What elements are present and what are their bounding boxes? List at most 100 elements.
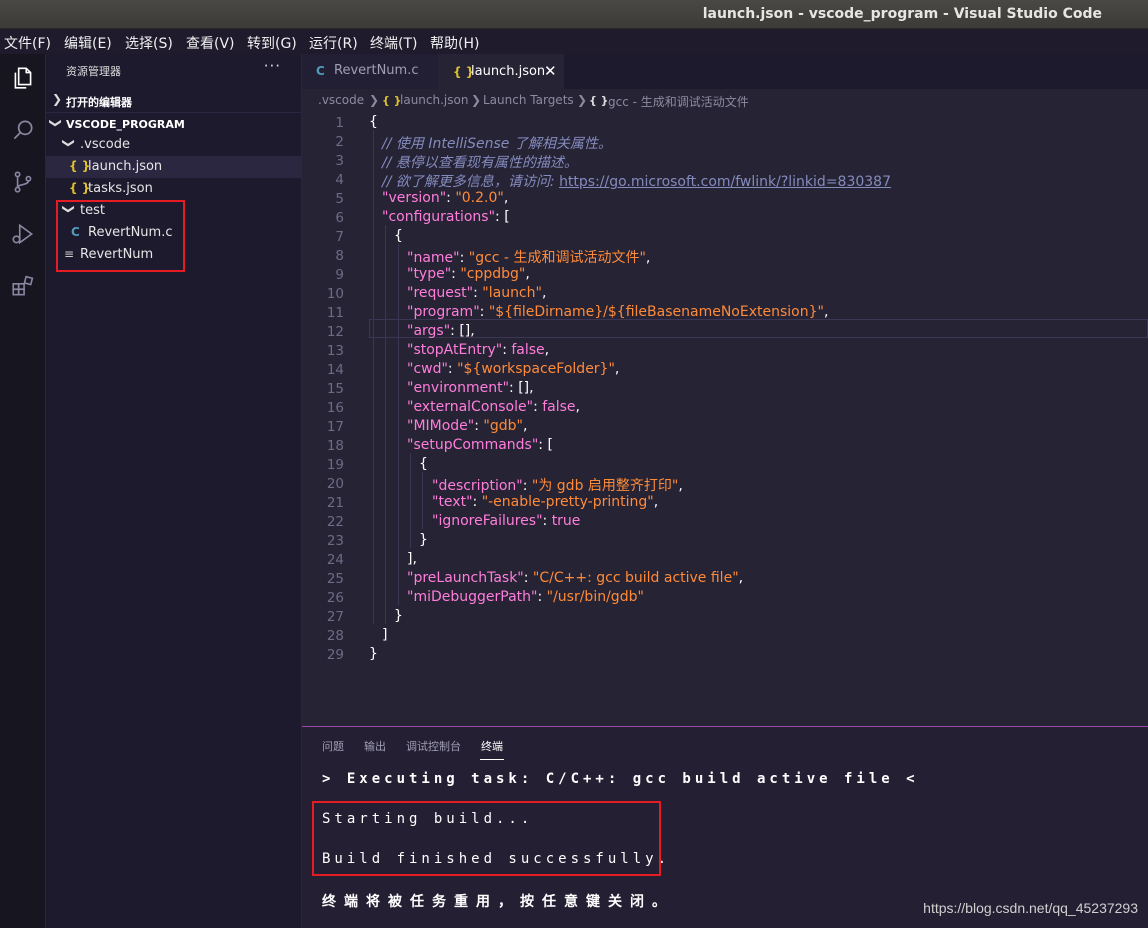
line-number: 28 xyxy=(326,628,344,644)
active-tab-indicator xyxy=(480,759,504,760)
explorer-icon[interactable] xyxy=(9,64,37,92)
code-line: // 悬停以查看现有属性的描述。 xyxy=(382,155,578,171)
tree-label: launch.json xyxy=(88,159,163,174)
current-line-highlight xyxy=(369,319,1148,338)
explorer-header: 资源管理器 xyxy=(66,65,121,78)
code-line: { xyxy=(394,228,403,244)
code-line: "program": "${fileDirname}/${fileBasenam… xyxy=(407,304,829,320)
code-line: "externalConsole": false, xyxy=(407,399,580,415)
menu-view[interactable]: 查看(V) xyxy=(186,33,235,53)
chevron-down-icon: ❯ xyxy=(62,137,77,149)
line-number: 7 xyxy=(335,229,344,245)
code-line: "miDebuggerPath": "/usr/bin/gdb" xyxy=(407,589,644,605)
json-file-icon: { } xyxy=(382,94,402,107)
line-number: 16 xyxy=(326,400,344,416)
line-number: 21 xyxy=(326,495,344,511)
open-editors-label: 打开的编辑器 xyxy=(66,96,132,109)
line-number: 10 xyxy=(326,286,344,302)
breadcrumb-item[interactable]: Launch Targets xyxy=(483,93,574,107)
c-file-icon: C xyxy=(316,64,325,78)
code-line: "setupCommands": [ xyxy=(407,437,553,453)
doc-link[interactable]: https://go.microsoft.com/fwlink/?linkid=… xyxy=(559,174,891,190)
watermark: https://blog.csdn.net/qq_45237293 xyxy=(923,900,1138,916)
breadcrumb-item[interactable]: gcc - 生成和调试活动文件 xyxy=(608,93,749,110)
tab-revertnum-c[interactable]: C RevertNum.c xyxy=(302,54,438,89)
code-line: ] xyxy=(382,627,388,643)
code-line: ], xyxy=(407,551,417,567)
tree-file-launch-json[interactable]: { } launch.json xyxy=(46,156,302,178)
code-line: "ignoreFailures": true xyxy=(432,513,581,529)
code-line: { xyxy=(369,114,378,130)
code-line: // 使用 IntelliSense 了解相关属性。 xyxy=(382,136,612,152)
code-line: "preLaunchTask": "C/C++: gcc build activ… xyxy=(407,570,744,586)
bottom-panel: 问题 输出 调试控制台 终端 > Executing task: C/C++: … xyxy=(302,726,1148,928)
line-number: 24 xyxy=(326,552,344,568)
breadcrumb-item[interactable]: launch.json xyxy=(400,93,468,107)
tab-launch-json[interactable]: { } launch.json ✕ xyxy=(438,54,564,89)
code-line: "description": "为 gdb 启用整齐打印", xyxy=(432,478,683,494)
open-editors-section[interactable]: ❯ 打开的编辑器 xyxy=(46,89,302,111)
line-number: 13 xyxy=(326,343,344,359)
project-section[interactable]: ❯ VSCODE_PROGRAM xyxy=(46,112,302,134)
line-number: 12 xyxy=(326,324,344,340)
tab-debug-console[interactable]: 调试控制台 xyxy=(406,738,461,754)
terminal-line: 终端将被任务重用，按任意键关闭。 xyxy=(322,894,674,910)
line-number: 14 xyxy=(326,362,344,378)
tab-output[interactable]: 输出 xyxy=(364,738,386,754)
code-line: "args": [], xyxy=(407,323,475,339)
line-number: 26 xyxy=(326,590,344,606)
window-title: launch.json - vscode_program - Visual St… xyxy=(702,6,1102,22)
editor-tab-bar: C RevertNum.c { } launch.json ✕ xyxy=(302,54,1148,89)
tree-folder-vscode[interactable]: ❯ .vscode xyxy=(46,134,302,156)
search-icon[interactable] xyxy=(9,116,37,144)
menu-selection[interactable]: 选择(S) xyxy=(125,33,173,53)
menu-help[interactable]: 帮助(H) xyxy=(430,33,479,53)
line-number: 19 xyxy=(326,457,344,473)
code-line: { xyxy=(419,456,428,472)
highlight-box xyxy=(312,801,661,876)
tree-file-tasks-json[interactable]: { } tasks.json xyxy=(46,178,302,200)
menu-file[interactable]: 文件(F) xyxy=(4,33,51,53)
source-control-icon[interactable] xyxy=(9,168,37,196)
run-debug-icon[interactable] xyxy=(9,220,37,248)
line-number: 15 xyxy=(326,381,344,397)
menu-bar: 文件(F) 编辑(E) 选择(S) 查看(V) 转到(G) 运行(R) 终端(T… xyxy=(0,29,1148,54)
project-label: VSCODE_PROGRAM xyxy=(66,118,185,131)
line-number: 27 xyxy=(326,609,344,625)
line-number: 29 xyxy=(326,647,344,663)
tab-problems[interactable]: 问题 xyxy=(322,738,344,754)
highlight-box xyxy=(56,200,185,272)
line-number: 4 xyxy=(335,172,344,188)
menu-terminal[interactable]: 终端(T) xyxy=(370,33,417,53)
extensions-icon[interactable] xyxy=(9,272,37,300)
tab-terminal[interactable]: 终端 xyxy=(481,738,503,754)
activity-bar xyxy=(0,54,46,928)
line-number: 20 xyxy=(326,476,344,492)
line-number: 25 xyxy=(326,571,344,587)
code-line: "text": "-enable-pretty-printing", xyxy=(432,494,659,510)
close-icon[interactable]: ✕ xyxy=(544,62,557,80)
code-line: } xyxy=(369,646,378,662)
menu-go[interactable]: 转到(G) xyxy=(247,33,297,53)
more-actions-icon[interactable]: ··· xyxy=(264,57,281,75)
code-editor[interactable]: 1 2 3 4 5 6 7 8 9 10 11 12 13 14 15 16 17 18 19 20 21 22 23 24 2… xyxy=(302,111,1148,726)
code-line: "name": "gcc - 生成和调试活动文件", xyxy=(407,250,651,266)
code-line: "cwd": "${workspaceFolder}", xyxy=(407,361,620,377)
line-number: 6 xyxy=(335,210,344,226)
code-line: "version": "0.2.0", xyxy=(382,190,509,206)
line-number: 2 xyxy=(335,134,344,150)
code-line: } xyxy=(394,608,403,624)
line-number: 3 xyxy=(335,153,344,169)
line-number: 23 xyxy=(326,533,344,549)
code-line: "request": "launch", xyxy=(407,285,547,301)
tab-label: RevertNum.c xyxy=(334,63,419,78)
tree-label: .vscode xyxy=(80,137,130,152)
code-line: "MIMode": "gdb", xyxy=(407,418,528,434)
code-line: "environment": [], xyxy=(407,380,534,396)
menu-edit[interactable]: 编辑(E) xyxy=(64,33,112,53)
breadcrumb-item[interactable]: .vscode xyxy=(318,93,364,107)
menu-run[interactable]: 运行(R) xyxy=(309,33,358,53)
title-bar: launch.json - vscode_program - Visual St… xyxy=(0,0,1148,29)
line-number: 18 xyxy=(326,438,344,454)
code-line: "configurations": [ xyxy=(382,209,510,225)
